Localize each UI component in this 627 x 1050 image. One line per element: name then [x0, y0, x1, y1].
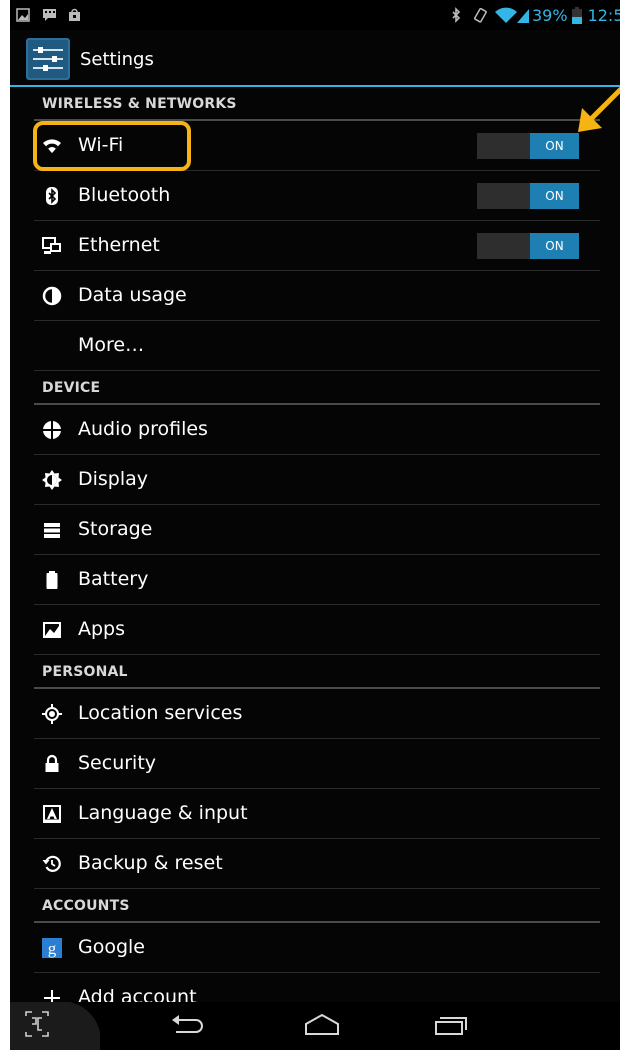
bluetooth-icon [46, 187, 58, 205]
screenshot-icon[interactable] [10, 1002, 100, 1050]
settings-item-label: Storage [78, 518, 153, 540]
settings-item-backup-reset[interactable]: Backup & reset [34, 839, 600, 889]
settings-item-label: Bluetooth [78, 184, 171, 206]
apps-icon [43, 622, 61, 638]
section-header-personal: PERSONAL [34, 655, 600, 689]
back-icon[interactable] [170, 1010, 206, 1040]
settings-item-audio-profiles[interactable]: Audio profiles [34, 405, 600, 455]
status-bar: 39% 12:56 [10, 0, 620, 30]
settings-item-apps[interactable]: Apps [34, 605, 600, 655]
toggle-state: ON [530, 233, 579, 259]
backup-icon [42, 855, 61, 872]
status-icons: 39% 12:56 [451, 0, 620, 30]
wifi-toggle[interactable]: ON [477, 133, 579, 159]
battery-status-icon [571, 6, 582, 24]
settings-item-label: Backup & reset [78, 852, 223, 874]
display-icon [42, 470, 62, 490]
settings-item-label: More… [78, 334, 145, 356]
wifi-highlight-box [33, 121, 191, 171]
toggle-state: ON [530, 183, 579, 209]
settings-item-battery[interactable]: Battery [34, 555, 600, 605]
settings-item-label: Security [78, 752, 157, 774]
google-icon: g [42, 938, 62, 958]
settings-item-label: Language & input [78, 802, 248, 824]
section-header-label: WIRELESS & NETWORKS [42, 96, 237, 112]
page-title: Settings [80, 49, 154, 70]
audio-profiles-icon [43, 421, 61, 439]
home-icon[interactable] [302, 1010, 342, 1040]
settings-item-storage[interactable]: Storage [34, 505, 600, 555]
settings-item-language-input[interactable]: Language & input [34, 789, 600, 839]
vibrate-icon [474, 7, 487, 23]
recent-apps-icon[interactable] [432, 1010, 472, 1040]
section-header-label: ACCOUNTS [42, 898, 130, 914]
settings-item-security[interactable]: Security [34, 739, 600, 789]
settings-item-ethernet[interactable]: Ethernet ON [34, 221, 600, 271]
section-header-accounts: ACCOUNTS [34, 889, 600, 923]
bluetooth-status-icon [452, 7, 461, 23]
signal-icon [517, 9, 529, 23]
settings-item-label: Apps [78, 618, 126, 640]
clock: 12:56 [587, 5, 620, 25]
settings-item-location-services[interactable]: Location services [34, 689, 600, 739]
settings-sliders-icon[interactable] [26, 38, 70, 80]
data-usage-icon [42, 286, 62, 306]
settings-item-label: Battery [78, 568, 149, 590]
ethernet-toggle[interactable]: ON [477, 233, 579, 259]
section-header-label: DEVICE [42, 380, 101, 396]
settings-item-display[interactable]: Display [34, 455, 600, 505]
settings-item-label: Audio profiles [78, 418, 208, 440]
wifi-status-icon [495, 7, 517, 23]
storage-icon [44, 523, 60, 538]
settings-item-label: Display [78, 468, 149, 490]
shopping-bag-icon [69, 8, 80, 21]
settings-item-label: Google [78, 936, 146, 958]
section-header-device: DEVICE [34, 371, 600, 405]
location-icon [42, 704, 62, 724]
gallery-icon [16, 8, 30, 22]
settings-item-label: Data usage [78, 284, 187, 306]
bluetooth-toggle[interactable]: ON [477, 183, 579, 209]
navigation-bar [10, 1002, 620, 1050]
action-bar: Settings [10, 30, 620, 87]
annotation-arrow-icon [578, 86, 620, 132]
battery-icon [46, 571, 58, 589]
section-header-label: PERSONAL [42, 664, 128, 680]
lock-icon [45, 754, 59, 772]
settings-item-data-usage[interactable]: Data usage [34, 271, 600, 321]
settings-item-label: Location services [78, 702, 243, 724]
message-icon [43, 9, 56, 21]
settings-item-more[interactable]: More… [34, 321, 600, 371]
battery-percent: 39% [532, 5, 568, 25]
settings-item-label: Ethernet [78, 234, 160, 256]
section-header-wireless: WIRELESS & NETWORKS [34, 87, 600, 121]
settings-item-bluetooth[interactable]: Bluetooth ON [34, 171, 600, 221]
ethernet-icon [42, 237, 61, 254]
settings-item-google[interactable]: g Google [34, 923, 600, 973]
keyboard-icon [43, 805, 61, 823]
svg-text:g: g [48, 939, 57, 958]
android-screen: 39% 12:56 Settings [10, 0, 620, 1050]
